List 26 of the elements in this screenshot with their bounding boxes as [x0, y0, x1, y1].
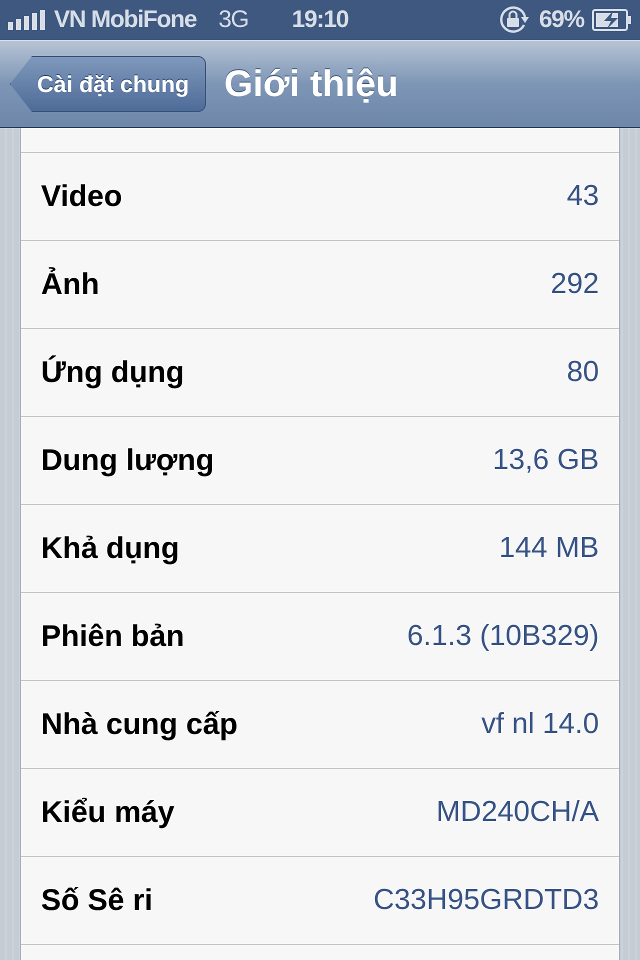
row-value: 43 [566, 180, 599, 213]
row-label: Nhà cung cấp [41, 708, 238, 742]
page-title: Giới thiệu [224, 63, 398, 105]
battery-percent: 69% [538, 6, 584, 34]
row-label: Khả dụng [41, 532, 180, 566]
row-value: 13,6 GB [492, 444, 599, 477]
row-value: 80 [566, 356, 599, 389]
row-value: 6.1.3 (10B329) [407, 620, 599, 653]
row-value: 292 [550, 268, 599, 301]
row-value: 144 MB [499, 532, 599, 565]
row-value: MD240CH/A [436, 796, 599, 829]
network-type: 3G [218, 6, 248, 34]
row-label: Ảnh [41, 268, 100, 302]
carrier-name: VN MobiFone [54, 6, 196, 34]
status-time: 19:10 [292, 6, 348, 34]
row-label: Video [41, 180, 122, 214]
row-label: Phiên bản [41, 620, 184, 654]
row-label: Kiểu máy [41, 796, 174, 830]
back-button[interactable]: Cài đặt chung [10, 56, 206, 112]
signal-icon [8, 10, 46, 30]
row-value: vf nl 14.0 [481, 708, 599, 741]
row-label: Dung lượng [41, 444, 214, 478]
battery-charging-icon [592, 9, 632, 31]
row-label: Ứng dụng [41, 356, 184, 390]
row-value: C33H95GRDTD3 [373, 884, 599, 917]
row-label: Số Sê ri [41, 884, 153, 918]
